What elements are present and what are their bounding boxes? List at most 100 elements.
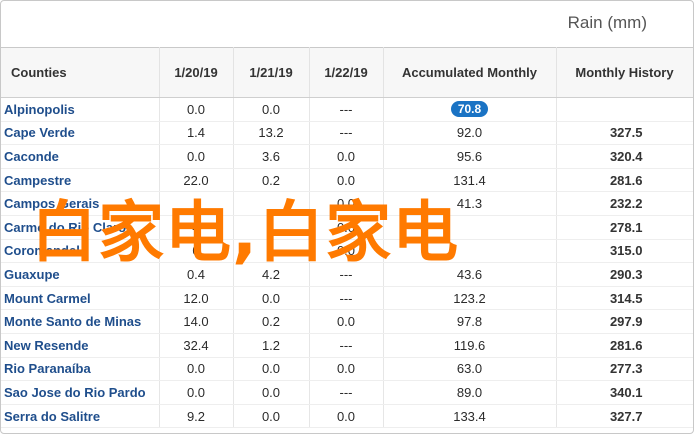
cell-date-1: 0.0 [159, 380, 234, 405]
cell-history [556, 97, 693, 122]
cell-accumulated: 70.8 [383, 97, 557, 122]
cell-date-2: 0.0 [233, 286, 310, 311]
table-row[interactable]: Mount Carmel 12.0 0.0 --- 123.2 314.5 [1, 286, 693, 311]
cell-history: 327.5 [556, 121, 693, 146]
cell-history: 281.6 [556, 168, 693, 193]
table-row[interactable]: Serra do Salitre 9.2 0.0 0.0 133.4 327.7 [1, 404, 693, 429]
cell-accumulated: 119.6 [383, 333, 557, 358]
cell-date-1: 14.0 [159, 309, 234, 334]
cell-accumulated [383, 239, 557, 264]
cell-date-3: 0.0 [309, 168, 384, 193]
table-body: Alpinopolis 0.0 0.0 --- 70.8 Cape Verde 1.4 13.… [1, 97, 693, 429]
cell-date-2 [233, 191, 310, 216]
table-row[interactable]: Guaxupe 0.4 4.2 --- 43.6 290.3 [1, 262, 693, 287]
col-header-date-3[interactable]: 1/22/19 [309, 47, 384, 98]
cell-date-2: 0.0 [233, 97, 310, 122]
cell-date-2: 3.6 [233, 144, 310, 169]
cell-date-2 [233, 215, 310, 240]
county-name: Mount Carmel [1, 286, 160, 311]
cell-date-3: 0.0 [309, 191, 384, 216]
table-row[interactable]: Alpinopolis 0.0 0.0 --- 70.8 [1, 97, 693, 122]
cell-date-3: --- [309, 333, 384, 358]
rain-table-panel: Rain (mm) Counties 1/20/19 1/21/19 1/22/… [0, 0, 694, 434]
table-row[interactable]: Rio Paranaíba 0.0 0.0 0.0 63.0 277.3 [1, 357, 693, 382]
table-header-row: Counties 1/20/19 1/21/19 1/22/19 Accumul… [1, 47, 693, 98]
panel-header: Rain (mm) [1, 1, 693, 47]
col-header-counties[interactable]: Counties [1, 47, 160, 98]
cell-history: 290.3 [556, 262, 693, 287]
cell-accumulated: 92.0 [383, 121, 557, 146]
cell-date-1: 12.0 [159, 286, 234, 311]
cell-date-1: 0.0 [159, 97, 234, 122]
cell-date-2: 13.2 [233, 121, 310, 146]
cell-date-3: --- [309, 121, 384, 146]
cell-date-2: 1.2 [233, 333, 310, 358]
cell-history: 327.7 [556, 404, 693, 429]
cell-date-1: 0 [159, 239, 234, 264]
table-row[interactable]: Cape Verde 1.4 13.2 --- 92.0 327.5 [1, 121, 693, 146]
cell-accumulated [383, 215, 557, 240]
cell-date-1 [159, 191, 234, 216]
cell-date-3: 0.0 [309, 144, 384, 169]
county-name: New Resende [1, 333, 160, 358]
table-row[interactable]: Coromandel 0 0.0 315.0 [1, 239, 693, 264]
rain-table: Counties 1/20/19 1/21/19 1/22/19 Accumul… [1, 47, 693, 429]
cell-date-2: 0.2 [233, 168, 310, 193]
cell-date-3: --- [309, 262, 384, 287]
cell-history: 314.5 [556, 286, 693, 311]
cell-accumulated: 95.6 [383, 144, 557, 169]
county-name: Alpinopolis [1, 97, 160, 122]
cell-history: 340.1 [556, 380, 693, 405]
county-name: Cape Verde [1, 121, 160, 146]
accumulated-highlight-badge: 70.8 [450, 101, 489, 118]
table-row[interactable]: Sao Jose do Rio Pardo 0.0 0.0 --- 89.0 340.1 [1, 380, 693, 405]
cell-date-1: 32.4 [159, 333, 234, 358]
cell-date-1: 4 [159, 215, 234, 240]
table-row[interactable]: Monte Santo de Minas 14.0 0.2 0.0 97.8 297.9 [1, 309, 693, 334]
cell-date-3: 0.0 [309, 309, 384, 334]
cell-date-2: 4.2 [233, 262, 310, 287]
col-header-date-1[interactable]: 1/20/19 [159, 47, 234, 98]
cell-date-1: 0.4 [159, 262, 234, 287]
col-header-date-2[interactable]: 1/21/19 [233, 47, 310, 98]
cell-date-2 [233, 239, 310, 264]
county-name: Guaxupe [1, 262, 160, 287]
county-name: Rio Paranaíba [1, 357, 160, 382]
county-name: Monte Santo de Minas [1, 309, 160, 334]
cell-date-2: 0.0 [233, 404, 310, 429]
cell-history: 320.4 [556, 144, 693, 169]
table-row[interactable]: Carmo do Rio Claro 4 0.0 278.1 [1, 215, 693, 240]
cell-date-1: 22.0 [159, 168, 234, 193]
cell-date-3: --- [309, 380, 384, 405]
cell-date-3: 0.0 [309, 239, 384, 264]
table-row[interactable]: New Resende 32.4 1.2 --- 119.6 281.6 [1, 333, 693, 358]
cell-date-3: --- [309, 286, 384, 311]
cell-accumulated: 123.2 [383, 286, 557, 311]
col-header-accumulated[interactable]: Accumulated Monthly [383, 47, 557, 98]
county-name: Coromandel [1, 239, 160, 264]
cell-date-1: 0.0 [159, 144, 234, 169]
cell-date-3: --- [309, 97, 384, 122]
county-name: Caconde [1, 144, 160, 169]
table-row[interactable]: Caconde 0.0 3.6 0.0 95.6 320.4 [1, 144, 693, 169]
col-header-history[interactable]: Monthly History [556, 47, 693, 98]
cell-accumulated: 133.4 [383, 404, 557, 429]
table-row[interactable]: Campestre 22.0 0.2 0.0 131.4 281.6 [1, 168, 693, 193]
county-name: Serra do Salitre [1, 404, 160, 429]
cell-history: 278.1 [556, 215, 693, 240]
cell-date-2: 0.2 [233, 309, 310, 334]
cell-accumulated: 41.3 [383, 191, 557, 216]
cell-history: 277.3 [556, 357, 693, 382]
cell-history: 232.2 [556, 191, 693, 216]
cell-date-2: 0.0 [233, 380, 310, 405]
cell-history: 281.6 [556, 333, 693, 358]
cell-accumulated: 131.4 [383, 168, 557, 193]
cell-history: 297.9 [556, 309, 693, 334]
county-name: Campos Gerais [1, 191, 160, 216]
county-name: Carmo do Rio Claro [1, 215, 160, 240]
cell-accumulated: 89.0 [383, 380, 557, 405]
cell-accumulated: 63.0 [383, 357, 557, 382]
cell-accumulated: 43.6 [383, 262, 557, 287]
cell-date-1: 1.4 [159, 121, 234, 146]
table-row[interactable]: Campos Gerais 0.0 41.3 232.2 [1, 191, 693, 216]
